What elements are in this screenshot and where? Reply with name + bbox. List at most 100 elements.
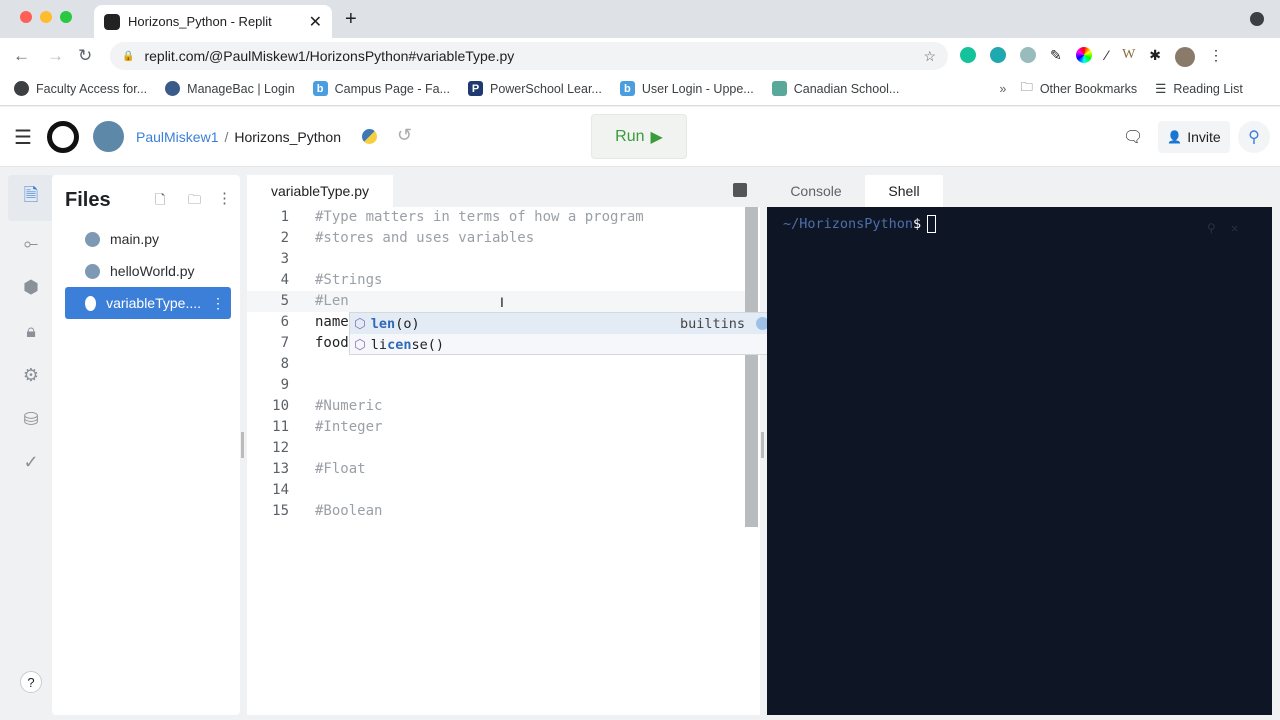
bookmark[interactable]: P PowerSchool Lear...: [467, 81, 602, 96]
resize-handle[interactable]: [761, 432, 764, 458]
user-avatar[interactable]: [93, 121, 124, 152]
bookmark[interactable]: Canadian School...: [771, 81, 899, 96]
bookmark[interactable]: Faculty Access for...: [14, 81, 147, 96]
invite-label: Invite: [1187, 129, 1221, 145]
reading-list-icon: ☰: [1155, 82, 1167, 96]
files-icon[interactable]: 🗎: [8, 175, 54, 221]
history-icon[interactable]: ↺: [397, 125, 412, 146]
powerschool-icon: P: [467, 81, 483, 96]
terminal-search-icon[interactable]: ⚲: [1207, 221, 1216, 235]
w-extension-icon[interactable]: W: [1122, 47, 1135, 67]
editor-scrollbar[interactable]: [745, 207, 758, 527]
extension-icon[interactable]: [1020, 47, 1036, 63]
browser-tab-bar: Horizons_Python - Replit ✕ +: [0, 0, 1280, 38]
editor-layout-icon[interactable]: [733, 183, 747, 197]
code-line[interactable]: #Numeric: [315, 396, 382, 417]
settings-gear-icon[interactable]: ⚙: [8, 352, 54, 398]
tab-console[interactable]: Console: [767, 175, 865, 207]
managebac-icon: [165, 81, 181, 96]
file-item-selected[interactable]: variableType.... ⋮: [65, 287, 231, 319]
code-line[interactable]: #Len: [315, 291, 349, 312]
code-line[interactable]: name: [315, 312, 349, 333]
minimize-window-button[interactable]: [40, 11, 52, 23]
line-number: 7: [280, 335, 289, 351]
rest-text: se(): [411, 336, 444, 353]
replit-favicon-icon: [104, 13, 120, 30]
file-name: variableType....: [106, 295, 201, 311]
grammarly-extension-icon[interactable]: [960, 47, 976, 63]
terminal-close-icon[interactable]: ✕: [1231, 221, 1238, 235]
version-control-icon[interactable]: ⟜: [8, 220, 54, 266]
source-label: builtins: [679, 315, 745, 332]
new-folder-icon[interactable]: 🗀: [188, 191, 201, 213]
run-button[interactable]: Run ▶: [591, 114, 687, 159]
autocomplete-item[interactable]: ⬡ len(o) builtins: [350, 313, 777, 334]
forward-icon[interactable]: →: [47, 46, 64, 66]
close-tab-icon[interactable]: ✕: [309, 12, 322, 32]
menu-kebab-icon[interactable]: ⋮: [1209, 47, 1223, 67]
code-editor[interactable]: [247, 175, 760, 715]
code-line[interactable]: #Boolean: [315, 501, 382, 522]
file-menu-icon[interactable]: ⋮: [211, 295, 225, 312]
other-bookmarks[interactable]: 🗀 Other Bookmarks: [1020, 78, 1137, 99]
help-button[interactable]: ?: [20, 671, 42, 693]
chat-icon[interactable]: 🗨: [1123, 127, 1143, 147]
bookmark-label: Other Bookmarks: [1039, 81, 1138, 96]
search-icon[interactable]: ⚲: [1238, 121, 1270, 153]
code-line[interactable]: #stores and uses variables: [315, 228, 534, 249]
m-extension-icon[interactable]: [990, 47, 1006, 63]
browser-tab[interactable]: Horizons_Python - Replit ✕: [94, 5, 332, 38]
sidebar-rail: 🗎 ⟜ ⬢ 🔒︎ ⚙ ⛁ ✓ ?: [8, 175, 54, 715]
tab-search-icon[interactable]: [1250, 12, 1264, 26]
close-window-button[interactable]: [20, 11, 32, 23]
eyedropper-extension-icon[interactable]: ⁄: [1106, 47, 1108, 67]
database-icon[interactable]: ⛁: [8, 396, 54, 442]
bookmarks-overflow-button[interactable]: »: [999, 82, 1006, 96]
unit-tests-check-icon[interactable]: ✓: [8, 439, 54, 485]
code-line[interactable]: #Integer: [315, 417, 382, 438]
python-file-icon: [85, 263, 100, 279]
profile-avatar[interactable]: [1175, 47, 1196, 67]
url-input[interactable]: 🔒 replit.com/@PaulMiskew1/HorizonsPython…: [110, 42, 948, 70]
code-line[interactable]: #Strings: [315, 270, 382, 291]
replit-logo-icon[interactable]: [47, 121, 79, 153]
new-file-icon[interactable]: 🗋: [155, 191, 165, 213]
star-icon[interactable]: ☆: [923, 48, 936, 65]
autocomplete-item[interactable]: ⬡ license(): [350, 334, 777, 355]
reload-icon[interactable]: ↻: [78, 46, 92, 66]
files-menu-icon[interactable]: ⋮: [217, 189, 232, 207]
puzzle-extensions-icon[interactable]: ✱: [1149, 47, 1161, 67]
color-extension-icon[interactable]: [1075, 47, 1092, 63]
tab-shell[interactable]: Shell: [865, 175, 943, 207]
repl-name[interactable]: Horizons_Python: [234, 129, 341, 145]
user-link[interactable]: PaulMiskew1: [136, 129, 218, 145]
reading-list[interactable]: ☰ Reading List: [1155, 81, 1243, 97]
bookmark[interactable]: ManageBac | Login: [165, 81, 295, 96]
terminal-cursor: [927, 215, 937, 233]
file-name: helloWorld.py: [110, 263, 195, 279]
file-item[interactable]: helloWorld.py: [65, 255, 231, 287]
bookmark[interactable]: b Campus Page - Fa...: [312, 81, 450, 96]
packages-icon[interactable]: ⬢: [8, 264, 54, 310]
code-line[interactable]: food: [315, 333, 349, 354]
back-icon[interactable]: ←: [13, 46, 30, 66]
maximize-window-button[interactable]: [60, 11, 72, 23]
tab-label: Shell: [888, 183, 920, 199]
resize-handle[interactable]: [241, 432, 244, 458]
shell-terminal[interactable]: ~/HorizonsPython $ ⚲ ✕: [767, 207, 1272, 715]
invite-button[interactable]: 👤 Invite: [1158, 121, 1230, 153]
line-number: 8: [280, 356, 289, 372]
right-tabs: Console Shell: [767, 175, 1272, 207]
code-line[interactable]: #Float: [315, 459, 366, 480]
editor-tab[interactable]: variableType.py: [247, 175, 393, 207]
new-tab-button[interactable]: +: [345, 8, 357, 31]
code-line[interactable]: #Type matters in terms of how a program: [315, 207, 644, 228]
file-item[interactable]: main.py: [65, 223, 231, 255]
edit-extension-icon[interactable]: ✎: [1050, 47, 1062, 67]
bookmark[interactable]: b User Login - Uppe...: [619, 81, 754, 96]
line-number: 14: [272, 482, 289, 498]
hamburger-menu-icon[interactable]: ☰: [14, 125, 32, 150]
bookmarks-bar: Faculty Access for... ManageBac | Login …: [0, 72, 1280, 106]
secrets-lock-icon[interactable]: 🔒︎: [8, 308, 54, 354]
bookmark-label: User Login - Uppe...: [641, 81, 754, 96]
